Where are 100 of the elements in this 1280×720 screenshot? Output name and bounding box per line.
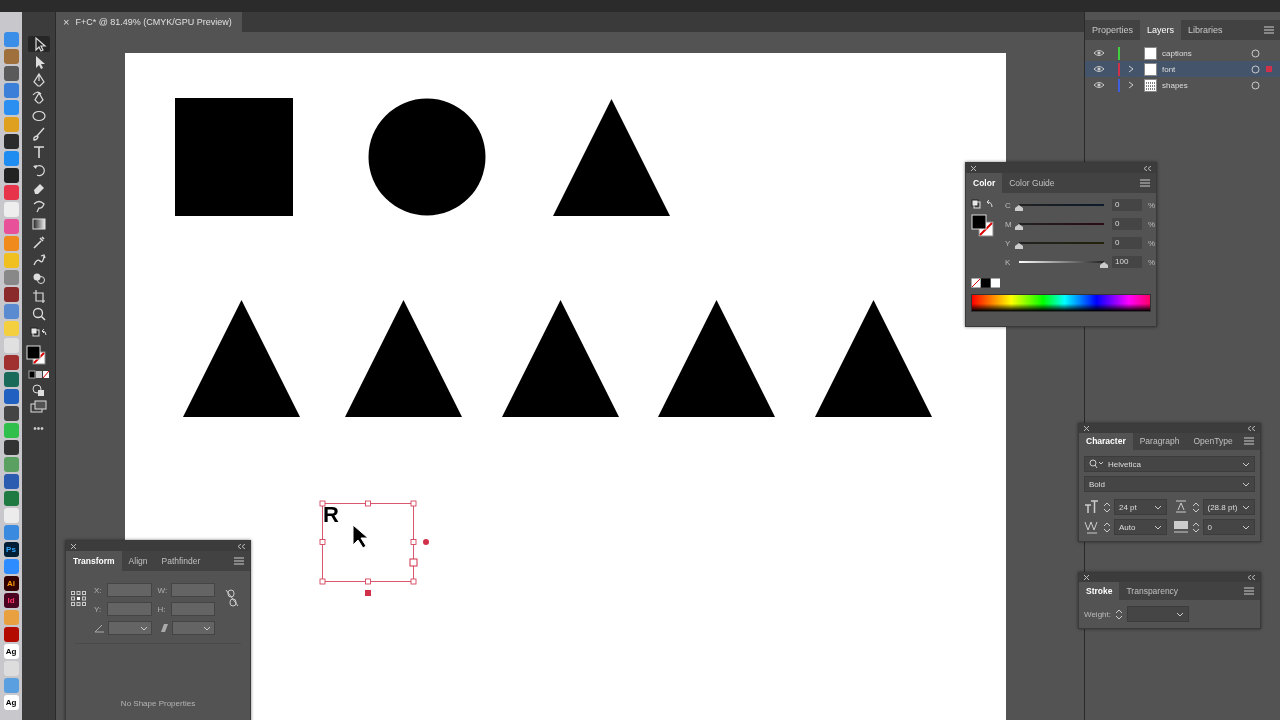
layer-row[interactable]: font [1085,61,1280,77]
app-icon[interactable] [3,355,19,370]
panel-tab[interactable]: Paragraph [1132,432,1187,450]
channel-label: M [1005,219,1013,229]
app-icon[interactable] [3,168,19,183]
panel-tab[interactable]: Libraries [1181,20,1230,40]
panel-tab[interactable]: OpenType [1186,432,1240,450]
stepper-icon[interactable] [1115,608,1123,620]
value-field[interactable]: 0 [1112,237,1142,249]
collapse-icon[interactable] [1248,425,1255,431]
eye-icon[interactable] [1093,81,1105,89]
screen-mode-icon[interactable] [29,400,48,414]
slider-thumb[interactable] [1015,243,1023,249]
zoom-icon [30,306,47,322]
tracking-field[interactable]: 0 [1202,519,1255,535]
angle-icon [94,623,105,633]
stepper-icon[interactable] [1191,521,1200,533]
search-icon[interactable] [1089,459,1105,469]
app-icon[interactable]: Ag [3,644,19,659]
ellipse-tool-icon [30,108,47,124]
app-icon[interactable] [3,287,19,302]
selection-box[interactable] [319,500,429,596]
close-icon[interactable]: × [63,16,70,28]
caret-icon[interactable] [1242,461,1250,467]
collapse-icon[interactable] [1248,575,1255,580]
caret-icon[interactable] [1242,504,1250,510]
close-icon[interactable] [1084,575,1089,580]
app-icon[interactable] [3,406,19,421]
font-size-icon [1084,499,1100,515]
layer-name[interactable]: shapes [1162,80,1251,90]
app-icon[interactable] [3,66,19,81]
empty-state-message: No Shape Properties [119,699,197,708]
layer-thumbnail [1144,46,1157,60]
caret-icon[interactable] [1176,611,1184,617]
caret-icon[interactable] [1153,504,1162,510]
app-icon[interactable]: Ai [3,576,19,591]
draw-mode-icon[interactable] [30,383,47,397]
stepper-icon[interactable] [1103,521,1111,533]
swatch-row-icon[interactable] [971,278,1001,288]
app-icon[interactable]: Ag [3,695,19,710]
artboard-tool-icon [30,288,47,304]
leading-field[interactable]: (28.8 pt) [1202,499,1255,515]
menu-icon[interactable] [234,557,244,565]
slider-thumb[interactable] [1100,262,1108,268]
app-icon[interactable]: Id [3,593,19,608]
reference-point-icon[interactable] [71,591,86,606]
close-icon[interactable] [971,165,976,171]
slider-thumb[interactable] [1015,224,1023,230]
menu-icon[interactable] [1244,587,1254,595]
close-icon[interactable] [71,543,76,549]
panel-tab[interactable]: Properties [1085,20,1141,40]
value-field[interactable]: 100 [1112,256,1142,268]
text-frame[interactable]: R [323,502,339,527]
color-mode-icon[interactable] [25,370,52,380]
panel-tab[interactable]: Color Guide [1002,173,1062,193]
app-icon[interactable]: Ps [3,542,19,557]
app-icon[interactable] [3,440,19,455]
tracking-icon [1172,519,1189,535]
tool-button[interactable] [27,36,50,52]
weight-field[interactable] [1127,606,1189,622]
panel-tab[interactable]: Layers [1140,20,1182,40]
value-field[interactable]: 0 [1112,199,1142,211]
layer-name[interactable]: font [1162,64,1251,74]
app-icon[interactable] [3,627,19,642]
menu-icon[interactable] [1244,437,1254,446]
weight-label: Weight: [1084,609,1111,619]
caret-icon[interactable] [1242,481,1250,487]
color-spectrum[interactable] [971,294,1151,312]
close-icon[interactable] [1084,425,1089,431]
caret-icon[interactable] [1242,524,1250,530]
eye-icon[interactable] [1093,49,1105,57]
layer-name[interactable]: captions [1162,48,1251,58]
menu-icon[interactable] [1264,26,1274,34]
collapse-icon[interactable] [238,543,245,549]
font-field[interactable]: Helvetica [1084,456,1255,472]
field-label: W: [157,585,168,595]
font-size-field[interactable]: 24 pt [1114,499,1167,515]
caret-icon[interactable] [1153,524,1162,530]
layer-row[interactable]: shapes [1085,77,1280,93]
menu-icon[interactable] [1140,179,1150,187]
panel-tab[interactable]: Stroke [1079,582,1120,600]
stepper-icon[interactable] [1191,501,1200,513]
slider-thumb[interactable] [1015,205,1023,211]
font-style-dropdown[interactable]: Bold [1084,476,1255,492]
document-tab[interactable]: × F+C* @ 81.49% (CMYK/GPU Preview) [56,12,242,32]
fill-stroke-icon[interactable] [971,214,995,238]
unit-label: % [1148,200,1156,210]
app-icon[interactable] [3,134,19,149]
kerning-field[interactable]: Auto [1114,519,1167,535]
panel-tab[interactable]: Color [966,173,1003,193]
more-tools-button[interactable]: ••• [33,423,44,434]
stepper-icon[interactable] [1103,501,1111,513]
layer-thumbnail [1144,62,1157,76]
field-label: X: [94,585,103,595]
collapse-icon[interactable] [1144,165,1151,171]
panel-tab[interactable]: Transparency [1119,582,1186,600]
value-field[interactable]: 0 [1112,218,1142,230]
eye-icon[interactable] [1093,65,1105,73]
layer-row[interactable]: captions [1085,45,1280,61]
constrain-proportions-icon[interactable] [225,589,239,607]
